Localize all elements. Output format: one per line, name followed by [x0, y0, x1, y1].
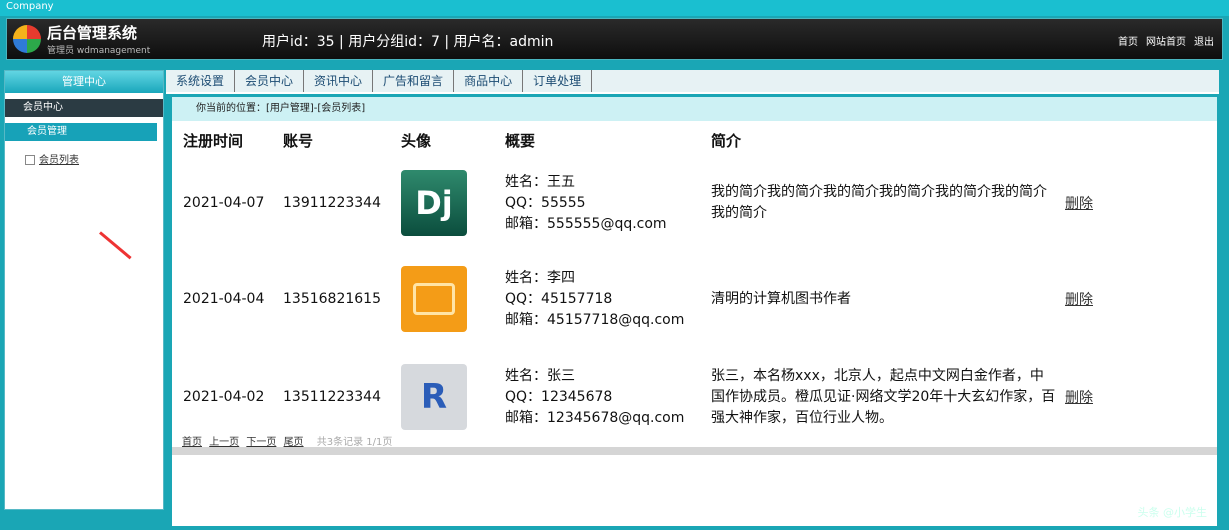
cell-bio: 清明的计算机图书作者 — [711, 290, 851, 307]
user-info: 用户id：35 | 用户分组id：7 | 用户名：admin — [262, 34, 554, 50]
tab-ads-messages[interactable]: 广告和留言 — [373, 70, 455, 92]
red-arrow-annotation — [99, 231, 132, 260]
pagination: 首页 上一页 下一页 尾页 共3条记录 1/1页 — [182, 433, 392, 448]
col-header-bio: 简介 — [711, 131, 742, 150]
square-icon — [25, 155, 35, 165]
sidebar-selected-item[interactable]: 会员管理 — [5, 123, 157, 141]
site-home-link[interactable]: 网站首页 — [1146, 33, 1186, 48]
tab-product-center[interactable]: 商品中心 — [454, 70, 524, 92]
cell-account: 13511223344 — [283, 389, 381, 405]
table-row: 2021-04-04 13516821615 姓名：李四 QQ：45157718… — [182, 251, 1126, 347]
tab-news-center[interactable]: 资讯中心 — [304, 70, 374, 92]
system-subtitle: 管理员 wdmanagement — [47, 46, 151, 56]
logo-icon — [13, 25, 41, 53]
avatar: Dj — [401, 170, 467, 236]
cell-summary: 姓名：张三 QQ：12345678 邮箱：12345678@qq.com — [505, 367, 685, 426]
cell-summary: 姓名：王五 QQ：55555 邮箱：555555@qq.com — [505, 173, 667, 232]
window-titlebar: Company — [0, 0, 1229, 16]
col-header-account: 账号 — [283, 131, 314, 150]
sidebar-item-label: 会员列表 — [39, 155, 79, 166]
table-row: 2021-04-07 13911223344 Dj 姓名：王五 QQ：55555… — [182, 155, 1126, 251]
logout-link[interactable]: 退出 — [1194, 33, 1214, 48]
cell-bio: 张三，本名杨xxx，北京人，起点中文网白金作者，中国作协成员。橙瓜见证·网络文学… — [711, 367, 1056, 426]
cell-summary: 姓名：李四 QQ：45157718 邮箱：45157718@qq.com — [505, 269, 685, 328]
breadcrumb: 你当前的位置：[用户管理]-[会员列表] — [172, 97, 1217, 121]
table-row: 2021-04-02 13511223344 R 姓名：张三 QQ：123456… — [182, 347, 1126, 447]
member-table: 注册时间 账号 头像 概要 简介 2021-04-07 13911223344 … — [182, 125, 1126, 447]
main-content: 你当前的位置：[用户管理]-[会员列表] 注册时间 账号 头像 概要 简介 20… — [172, 97, 1217, 526]
system-name: 后台管理系统 — [47, 24, 138, 42]
sidebar-category[interactable]: 会员中心 — [5, 99, 163, 117]
col-header-date: 注册时间 — [183, 131, 244, 150]
cell-account: 13516821615 — [283, 291, 381, 307]
watermark: 头条 @小学生 — [1137, 506, 1208, 519]
cell-bio: 我的简介我的简介我的简介我的简介我的简介我的简介我的简介 — [711, 184, 1047, 221]
divider — [172, 447, 1217, 455]
avatar — [401, 266, 467, 332]
sidebar: 管理中心 会员中心 会员管理 会员列表 — [4, 70, 164, 510]
window-title: Company — [6, 1, 54, 12]
col-header-summary: 概要 — [505, 131, 536, 150]
col-header-avatar: 头像 — [401, 131, 432, 150]
sidebar-item-member-list[interactable]: 会员列表 — [25, 151, 79, 166]
cell-date: 2021-04-02 — [183, 389, 265, 405]
briefcase-icon — [413, 283, 455, 315]
delete-link[interactable]: 删除 — [1065, 390, 1093, 406]
home-link[interactable]: 首页 — [1118, 33, 1138, 48]
sidebar-header: 管理中心 — [5, 71, 163, 93]
cell-date: 2021-04-07 — [183, 195, 265, 211]
tab-member-center[interactable]: 会员中心 — [235, 70, 305, 92]
delete-link[interactable]: 删除 — [1065, 196, 1093, 212]
cell-date: 2021-04-04 — [183, 291, 265, 307]
delete-link[interactable]: 删除 — [1065, 292, 1093, 308]
header-links: 首页 网站首页 退出 — [1118, 33, 1214, 48]
top-nav: 系统设置 会员中心 资讯中心 广告和留言 商品中心 订单处理 — [166, 70, 1219, 94]
tab-order-processing[interactable]: 订单处理 — [523, 70, 593, 92]
cell-account: 13911223344 — [283, 195, 381, 211]
avatar: R — [401, 364, 467, 430]
app-header: 后台管理系统 管理员 wdmanagement 用户id：35 | 用户分组id… — [6, 18, 1223, 60]
tab-system-settings[interactable]: 系统设置 — [166, 70, 236, 92]
